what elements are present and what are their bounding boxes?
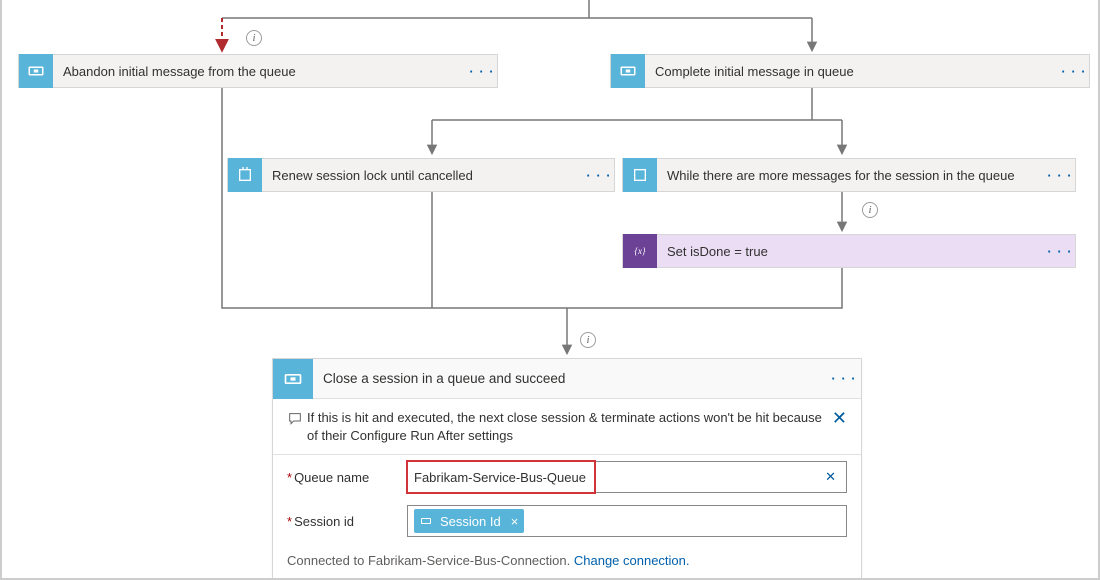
action-menu-button[interactable]: · · ·: [827, 371, 861, 386]
action-title: Abandon initial message from the queue: [53, 64, 467, 79]
scope-icon: [623, 158, 657, 192]
action-menu-button[interactable]: · · ·: [1059, 64, 1089, 79]
field-session-id: *Session id Session Id ×: [273, 499, 861, 543]
change-connection-link[interactable]: Change connection.: [574, 553, 690, 568]
service-bus-icon: [273, 359, 313, 399]
close-note-button[interactable]: ✕: [832, 409, 847, 427]
comment-icon: [283, 409, 307, 427]
logic-app-designer-canvas[interactable]: i i i Abandon initial message from the q…: [0, 0, 1100, 580]
scope-icon: [228, 158, 262, 192]
panel-note: If this is hit and executed, the next cl…: [273, 399, 861, 455]
panel-header[interactable]: Close a session in a queue and succeed ·…: [273, 359, 861, 399]
info-icon[interactable]: i: [580, 332, 596, 348]
action-abandon-initial-message[interactable]: Abandon initial message from the queue ·…: [18, 54, 498, 88]
scope-renew-session-lock[interactable]: Renew session lock until cancelled · · ·: [227, 158, 615, 192]
token-label: Session Id: [440, 514, 501, 529]
queue-name-input[interactable]: Fabrikam-Service-Bus-Queue ✕: [407, 461, 847, 493]
connection-text: Connected to Fabrikam-Service-Bus-Connec…: [287, 553, 574, 568]
action-complete-initial-message[interactable]: Complete initial message in queue · · ·: [610, 54, 1090, 88]
panel-title: Close a session in a queue and succeed: [313, 371, 827, 386]
action-close-session-panel[interactable]: Close a session in a queue and succeed ·…: [272, 358, 862, 580]
service-bus-icon: [611, 54, 645, 88]
session-id-input[interactable]: Session Id ×: [407, 505, 847, 537]
svg-text:{x}: {x}: [634, 246, 646, 256]
action-menu-button[interactable]: · · ·: [1045, 244, 1075, 259]
info-icon[interactable]: i: [862, 202, 878, 218]
clear-input-button[interactable]: ✕: [821, 469, 840, 485]
connection-info: Connected to Fabrikam-Service-Bus-Connec…: [273, 543, 861, 580]
field-label: *Session id: [287, 514, 407, 529]
service-bus-icon: [418, 513, 434, 529]
action-menu-button[interactable]: · · ·: [467, 64, 497, 79]
info-icon[interactable]: i: [246, 30, 262, 46]
scope-while-more-messages[interactable]: While there are more messages for the se…: [622, 158, 1076, 192]
input-value: Fabrikam-Service-Bus-Queue: [414, 470, 821, 485]
action-set-isdone[interactable]: {x} Set isDone = true · · ·: [622, 234, 1076, 268]
action-menu-button[interactable]: · · ·: [584, 168, 614, 183]
session-id-token[interactable]: Session Id ×: [414, 509, 524, 533]
field-queue-name: *Queue name Fabrikam-Service-Bus-Queue ✕: [273, 455, 861, 499]
action-menu-button[interactable]: · · ·: [1045, 168, 1075, 183]
variable-icon: {x}: [623, 234, 657, 268]
action-title: While there are more messages for the se…: [657, 168, 1045, 183]
remove-token-button[interactable]: ×: [511, 514, 519, 529]
action-title: Set isDone = true: [657, 244, 1045, 259]
action-title: Complete initial message in queue: [645, 64, 1059, 79]
service-bus-icon: [19, 54, 53, 88]
field-label: *Queue name: [287, 470, 407, 485]
note-text: If this is hit and executed, the next cl…: [307, 409, 832, 444]
action-title: Renew session lock until cancelled: [262, 168, 584, 183]
